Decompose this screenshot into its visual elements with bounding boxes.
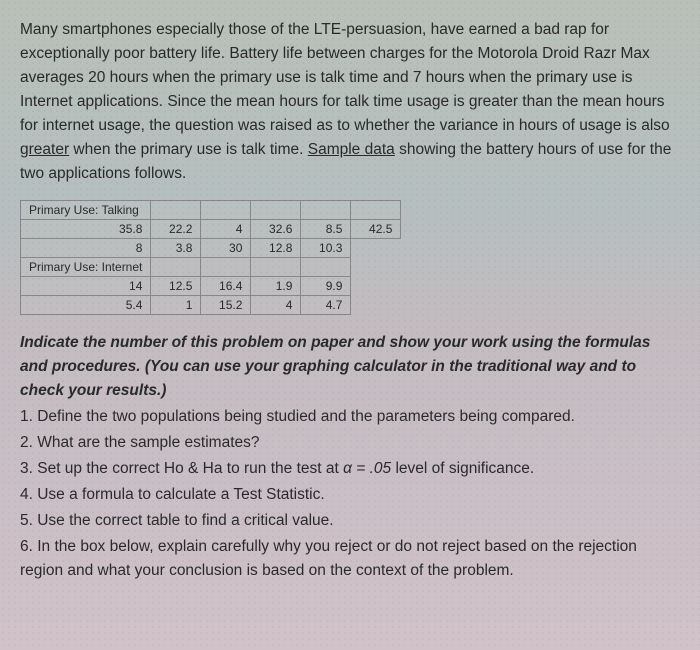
alpha-value: α = .05 xyxy=(343,460,391,477)
table-row: 14 12.5 16.4 1.9 9.9 xyxy=(21,277,401,296)
question-1: 1. Define the two populations being stud… xyxy=(20,405,680,429)
question-2: 2. What are the sample estimates? xyxy=(20,431,680,455)
table-header-internet: Primary Use: Internet xyxy=(21,258,151,277)
question-5: 5. Use the correct table to find a criti… xyxy=(20,509,680,533)
table-row: 35.8 22.2 4 32.6 8.5 42.5 xyxy=(21,220,401,239)
instructions-lead: Indicate the number of this problem on p… xyxy=(20,331,680,403)
instructions-block: Indicate the number of this problem on p… xyxy=(20,331,680,583)
data-table: Primary Use: Talking 35.8 22.2 4 32.6 8.… xyxy=(20,200,401,315)
intro-underlined-sample: Sample data xyxy=(308,141,395,158)
table-row: 8 3.8 30 12.8 10.3 xyxy=(21,239,401,258)
table-header-talking: Primary Use: Talking xyxy=(21,201,151,220)
intro-text-mid: when the primary use is talk time. xyxy=(69,141,308,158)
intro-paragraph: Many smartphones especially those of the… xyxy=(20,18,680,186)
question-6: 6. In the box below, explain carefully w… xyxy=(20,535,680,583)
question-3: 3. Set up the correct Ho & Ha to run the… xyxy=(20,457,680,481)
table-row: 5.4 1 15.2 4 4.7 xyxy=(21,296,401,315)
intro-underlined-greater: greater xyxy=(20,141,69,158)
intro-text-1: Many smartphones especially those of the… xyxy=(20,21,670,134)
question-4: 4. Use a formula to calculate a Test Sta… xyxy=(20,483,680,507)
